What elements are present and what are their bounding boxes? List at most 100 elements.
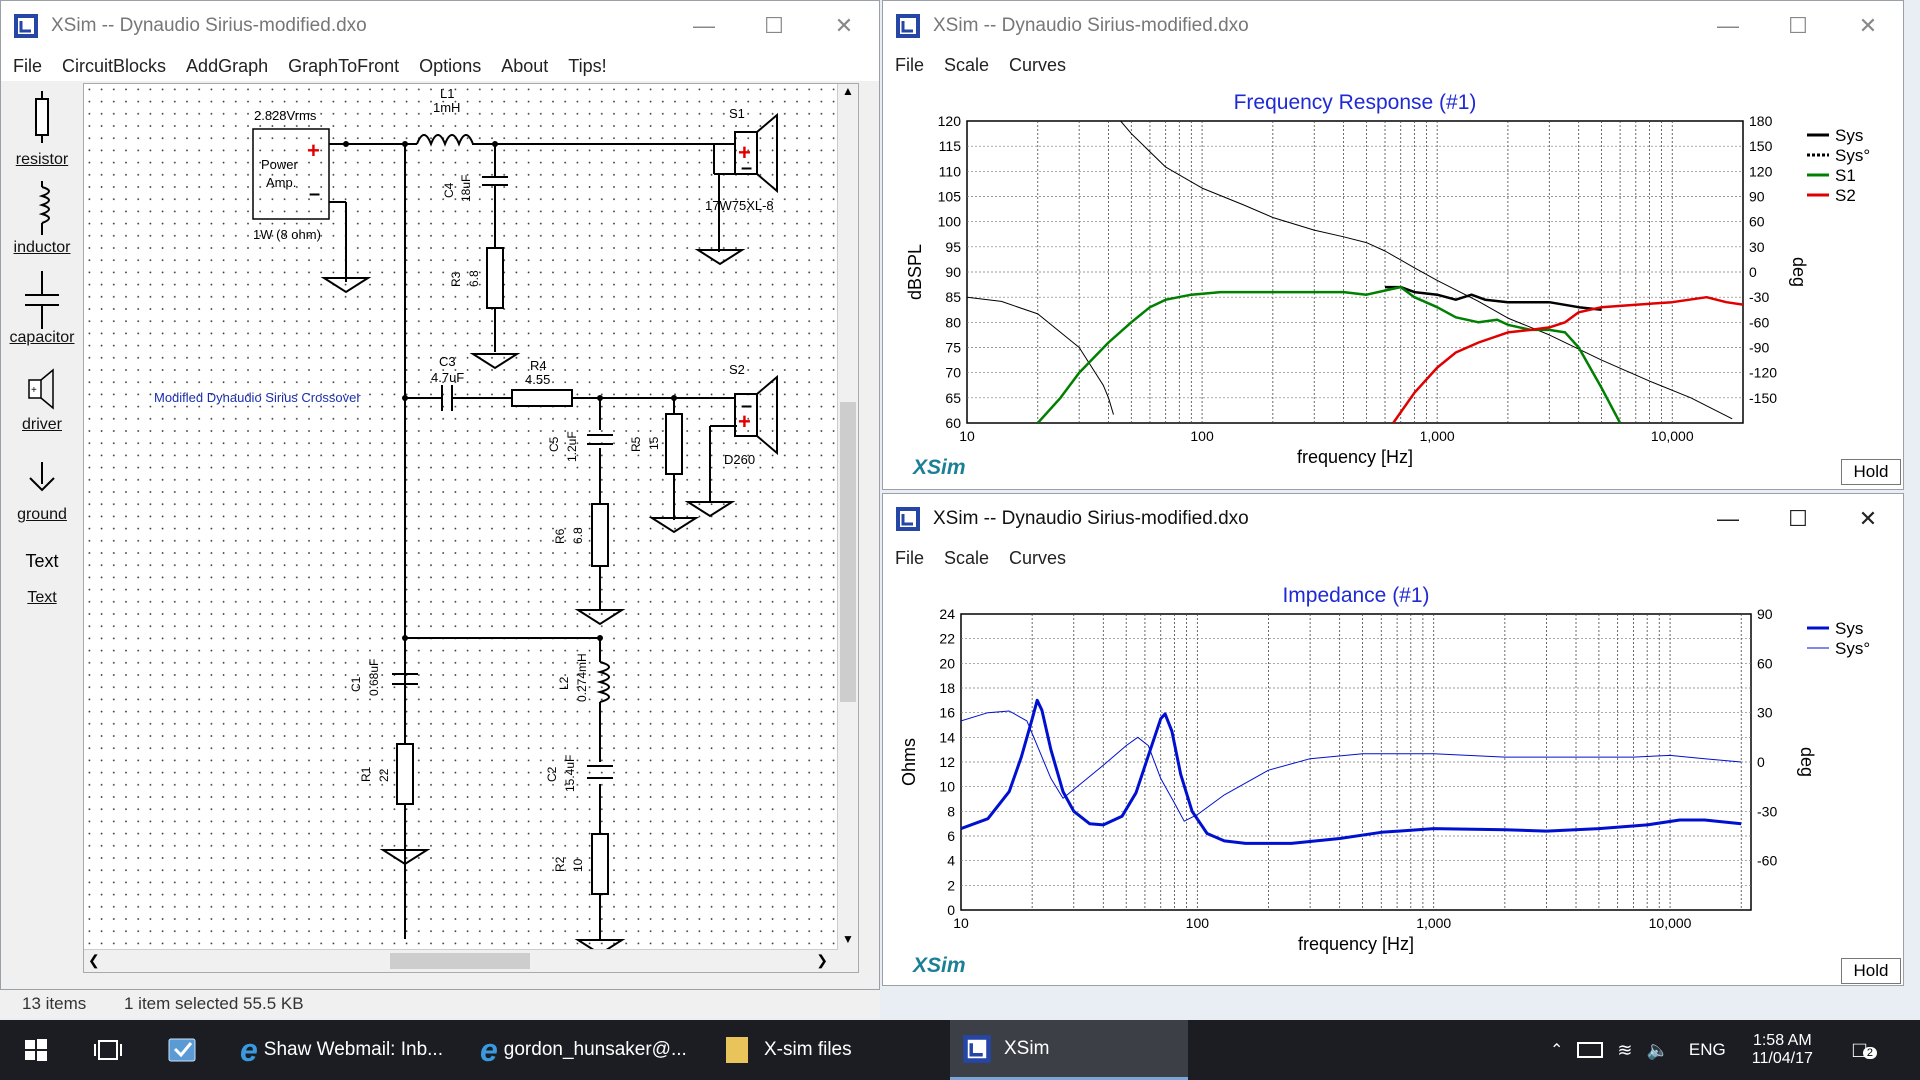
pinned-app-button[interactable]	[164, 1020, 200, 1080]
speaker-icon[interactable]: 🔈	[1647, 1040, 1669, 1061]
imp-window-title: XSim -- Dynaudio Sirius-modified.dxo	[933, 508, 1249, 529]
hold-button[interactable]: Hold	[1841, 459, 1901, 485]
inductor-icon	[38, 181, 50, 235]
close-button[interactable]: ✕	[809, 1, 879, 51]
taskbar-item-xsim[interactable]: XSim	[950, 1020, 1188, 1080]
svg-text:18uF: 18uF	[459, 175, 473, 202]
menu-tips[interactable]: Tips!	[568, 56, 606, 77]
taskbar-item-email[interactable]: e gordon_hunsaker@...	[476, 1020, 698, 1080]
start-button[interactable]	[14, 1020, 58, 1080]
horizontal-scrollbar[interactable]: ❮ ❯	[84, 949, 838, 972]
maximize-button[interactable]: ☐	[1763, 494, 1833, 544]
tool-text[interactable]: Text Text	[5, 551, 79, 606]
amp-power-label: 1W (8 ohm)	[253, 227, 321, 242]
legend-label: Sys°	[1835, 146, 1870, 165]
y2-axis-label: deg	[1789, 257, 1809, 287]
scroll-down-arrow[interactable]: ▼	[838, 932, 858, 946]
taskbar-item-folder[interactable]: X-sim files	[720, 1020, 942, 1080]
y2-tick-label: 0	[1749, 264, 1757, 280]
y-axis-label: Ohms	[899, 738, 919, 786]
clock[interactable]: 1:58 AM 11/04/17	[1752, 1032, 1813, 1068]
svg-text:–: –	[309, 183, 320, 205]
y-tick-label: 16	[939, 705, 955, 721]
legend-label: Sys	[1835, 126, 1863, 145]
menu-about[interactable]: About	[501, 56, 548, 77]
notifications-icon[interactable]: □ 2	[1853, 1037, 1877, 1063]
close-button[interactable]: ✕	[1833, 494, 1903, 544]
menu-scale[interactable]: Scale	[944, 55, 989, 76]
hold-button[interactable]: Hold	[1841, 958, 1901, 984]
x-tick-label: 10	[959, 428, 975, 444]
impedance-chart: 024681012141618202224-60-30030609010 100 1…	[899, 584, 1870, 954]
y2-tick-label: 90	[1749, 189, 1765, 205]
minimize-button[interactable]: —	[669, 1, 739, 51]
scroll-right-arrow[interactable]: ❯	[816, 952, 828, 969]
wifi-icon[interactable]: ≋	[1617, 1040, 1632, 1061]
y-tick-label: 12	[939, 754, 955, 770]
imp-titlebar[interactable]: XSim -- Dynaudio Sirius-modified.dxo — ☐…	[883, 494, 1903, 544]
battery-icon[interactable]	[1577, 1042, 1604, 1058]
svg-text:17W75XL-8: 17W75XL-8	[705, 198, 774, 213]
y-tick-label: 8	[947, 803, 955, 819]
menu-file[interactable]: File	[895, 55, 924, 76]
svg-text:0.68uF: 0.68uF	[367, 659, 381, 696]
menu-curves[interactable]: Curves	[1009, 548, 1066, 569]
legend-label: Sys°	[1835, 639, 1870, 658]
xsim-app-icon	[963, 1034, 991, 1063]
tool-driver[interactable]: + driver	[5, 366, 79, 433]
svg-text:+: +	[31, 385, 37, 396]
menu-scale[interactable]: Scale	[944, 548, 989, 569]
imp-plot-area: 0 2 4 6 8 10 12 14 16 18 20 22 24 -60 -30 0 30 60 90 10 100 1…	[883, 572, 1903, 985]
svg-text:R5: R5	[629, 436, 643, 452]
menu-circuitblocks[interactable]: CircuitBlocks	[62, 56, 166, 77]
scroll-left-arrow[interactable]: ❮	[88, 952, 100, 969]
y-tick-label: 75	[945, 340, 961, 356]
svg-text:1mH: 1mH	[433, 100, 460, 115]
svg-text:R2: R2	[553, 856, 567, 872]
chart-title: Frequency Response (#1)	[1234, 91, 1477, 114]
component-toolbox: resistor inductor capacitor + driver gro…	[5, 81, 79, 987]
menu-curves[interactable]: Curves	[1009, 55, 1066, 76]
taskbar-item-webmail[interactable]: e Shaw Webmail: Inb...	[236, 1020, 458, 1080]
circuit-window: XSim -- Dynaudio Sirius-modified.dxo — ☐…	[0, 0, 880, 990]
svg-text:6.8: 6.8	[571, 527, 585, 544]
xsim-app-icon	[896, 14, 920, 38]
language-indicator[interactable]: ENG	[1689, 1040, 1726, 1060]
y-tick-label: 2	[947, 877, 955, 893]
minimize-button[interactable]: —	[1693, 494, 1763, 544]
y2-tick-label: -60	[1749, 314, 1769, 330]
resistor-icon	[35, 91, 49, 143]
menu-graphtofront[interactable]: GraphToFront	[288, 56, 399, 77]
svg-text:–: –	[741, 157, 752, 179]
task-view-button[interactable]	[88, 1020, 128, 1080]
y2-tick-label: 30	[1749, 239, 1765, 255]
taskbar-item-label: gordon_hunsaker@...	[503, 1039, 687, 1060]
menu-addgraph[interactable]: AddGraph	[186, 56, 268, 77]
scroll-up-arrow[interactable]: ▲	[838, 84, 858, 104]
maximize-button[interactable]: ☐	[739, 1, 809, 51]
freq-titlebar[interactable]: XSim -- Dynaudio Sirius-modified.dxo — ☐…	[883, 1, 1903, 51]
tool-capacitor[interactable]: capacitor	[5, 271, 79, 346]
tool-inductor[interactable]: inductor	[5, 181, 79, 256]
explorer-status-bar: 13 items 1 item selected 55.5 KB	[0, 990, 880, 1018]
minimize-button[interactable]: —	[1693, 1, 1763, 51]
circuit-titlebar[interactable]: XSim -- Dynaudio Sirius-modified.dxo — ☐…	[1, 1, 879, 51]
menu-file[interactable]: File	[13, 56, 42, 77]
close-button[interactable]: ✕	[1833, 1, 1903, 51]
taskbar-item-label: Shaw Webmail: Inb...	[263, 1039, 443, 1060]
menu-options[interactable]: Options	[419, 56, 481, 77]
horizontal-scroll-thumb[interactable]	[390, 953, 530, 969]
tool-resistor[interactable]: resistor	[5, 91, 79, 168]
tool-ground[interactable]: ground	[5, 456, 79, 523]
system-tray: ⌃ ≋ 🔈 ENG 1:58 AM 11/04/17 □ 2	[1550, 1020, 1877, 1080]
svg-text:S2: S2	[729, 362, 745, 377]
y2-tick-label: 60	[1757, 655, 1773, 671]
chevron-up-icon[interactable]: ⌃	[1550, 1040, 1563, 1060]
vertical-scrollbar[interactable]: ▲ ▼	[837, 84, 858, 972]
vertical-scroll-thumb[interactable]	[840, 402, 856, 702]
maximize-button[interactable]: ☐	[1763, 1, 1833, 51]
schematic-canvas[interactable]: + + + – – – 2.828Vrms Power Amp. 1W (8 o…	[83, 83, 859, 973]
clock-time: 1:58 AM	[1752, 1032, 1812, 1049]
menu-file[interactable]: File	[895, 548, 924, 569]
crossover-title: Modified Dynaudio Sirius Crossover	[154, 390, 361, 405]
